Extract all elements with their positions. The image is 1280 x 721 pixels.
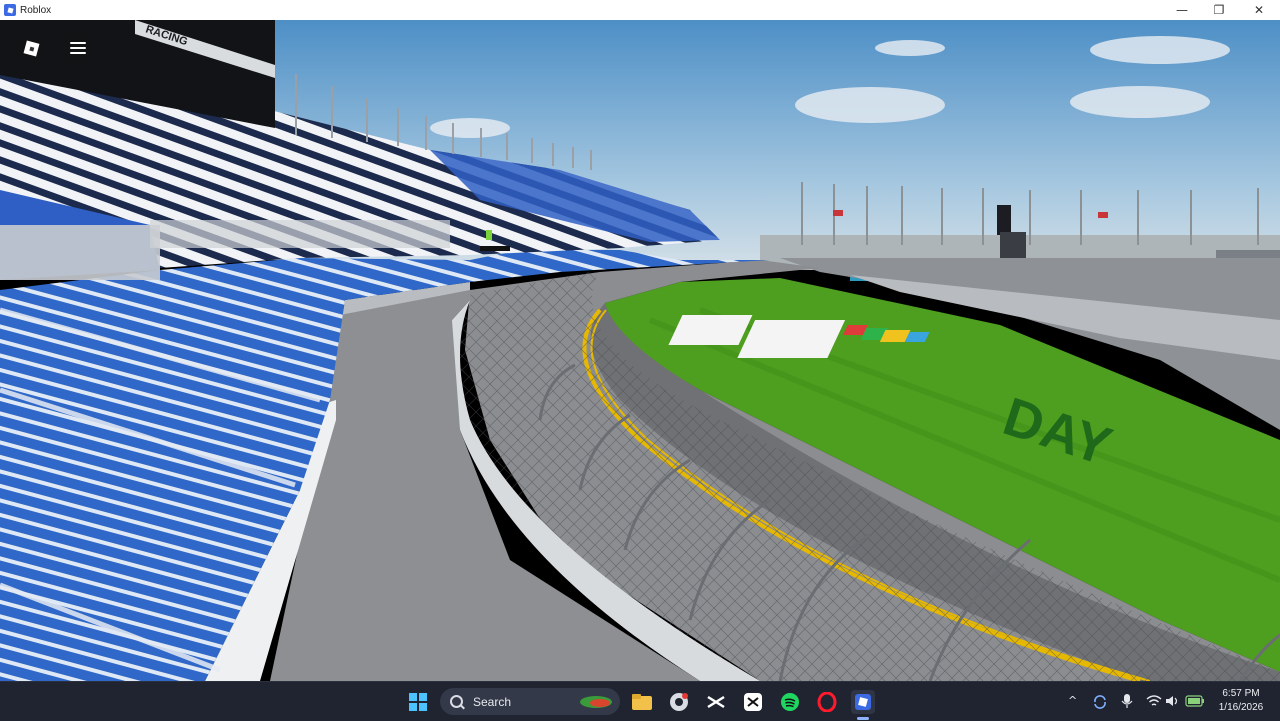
roblox-taskbar-button[interactable]: [851, 690, 875, 714]
windows-start-button[interactable]: [406, 690, 430, 714]
windows-start-icon: [408, 692, 428, 712]
racetrack-scene: DAY: [0, 20, 1280, 681]
taskbar-clock[interactable]: 6:57 PM 1/16/2026: [1210, 687, 1272, 715]
file-explorer-button[interactable]: [630, 690, 654, 714]
clock-date: 1/16/2026: [1210, 701, 1272, 715]
roblox-menu-button[interactable]: [16, 33, 46, 63]
hamburger-menu-button[interactable]: [63, 33, 93, 63]
opera-icon: [817, 692, 837, 712]
capcut-icon: [706, 695, 726, 709]
roblox-icon: [853, 692, 873, 712]
widgets-icon: [576, 692, 616, 712]
wifi-icon[interactable]: [1146, 694, 1162, 708]
clock-time: 6:57 PM: [1210, 687, 1272, 701]
sync-icon[interactable]: [1092, 694, 1108, 710]
search-icon: [450, 695, 463, 708]
opera-button[interactable]: [815, 690, 839, 714]
capcut-alt-button[interactable]: [741, 690, 765, 714]
window-title: Roblox: [20, 5, 51, 16]
spotify-button[interactable]: [778, 690, 802, 714]
chrome-icon: [669, 692, 689, 712]
chrome-button[interactable]: [667, 690, 691, 714]
windows-taskbar: Search: [0, 681, 1280, 721]
capcut-button[interactable]: [704, 690, 728, 714]
search-label: Search: [473, 695, 511, 709]
game-viewport[interactable]: DAY: [0, 20, 1280, 681]
hamburger-menu-icon: [70, 42, 86, 54]
minimize-button[interactable]: —: [1162, 0, 1202, 20]
battery-icon[interactable]: [1185, 695, 1205, 707]
maximize-button[interactable]: ❐: [1199, 0, 1239, 20]
window-title-bar: Roblox — ❐ ✕: [0, 0, 1280, 20]
taskbar-search[interactable]: Search: [440, 688, 620, 715]
roblox-app-icon: [4, 4, 16, 16]
close-button[interactable]: ✕: [1239, 0, 1279, 20]
spotify-icon: [780, 692, 800, 712]
capcut-alt-icon: [743, 692, 763, 712]
volume-icon[interactable]: [1165, 694, 1179, 708]
tray-overflow-chevron[interactable]: ^: [1068, 694, 1077, 707]
microphone-icon[interactable]: [1120, 693, 1134, 709]
file-explorer-icon: [631, 693, 653, 711]
roblox-logo-icon: [23, 40, 39, 56]
